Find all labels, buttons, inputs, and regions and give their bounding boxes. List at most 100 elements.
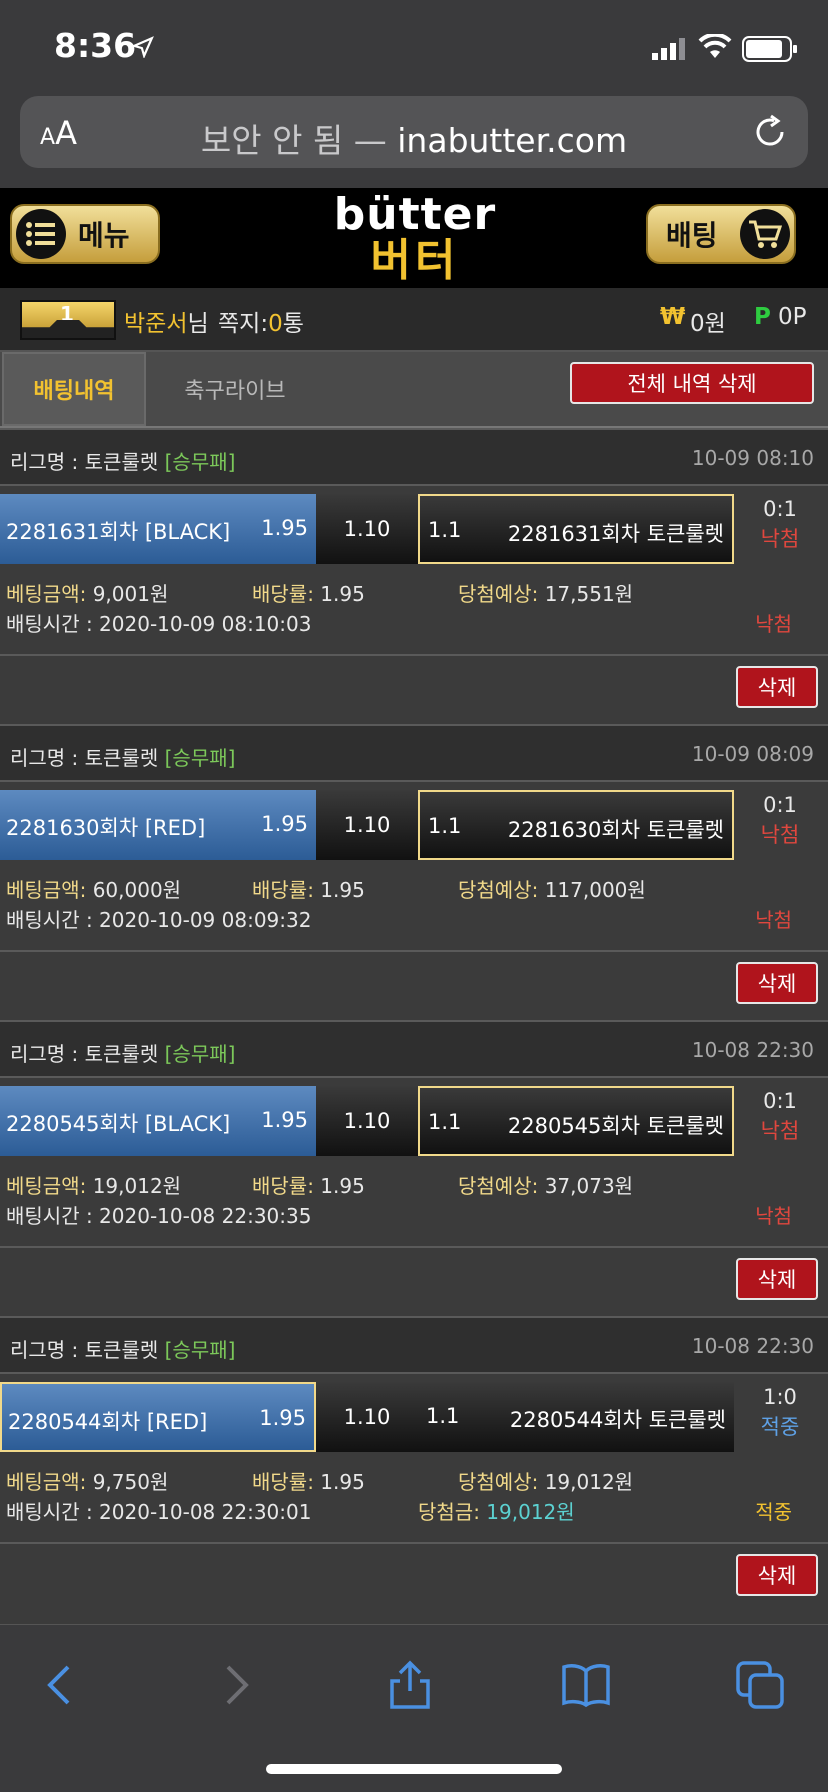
point-value: 0P: [778, 304, 807, 330]
away-pick[interactable]: 1.1 2281631회차 토큰룰렛: [418, 494, 734, 564]
forward-icon[interactable]: [208, 1659, 260, 1711]
home-indicator[interactable]: [266, 1764, 562, 1774]
pick-row: 2281630회차 [RED] 1.95 1.10 1.1 2281630회차 …: [0, 790, 828, 862]
logo-english: bütter: [333, 189, 497, 240]
home-pick[interactable]: 2280544회차 [RED] 1.95: [0, 1382, 316, 1452]
battery-icon: [742, 36, 797, 62]
final-status: 낙첨: [755, 1204, 792, 1228]
pick-row: 2280544회차 [RED] 1.95 1.10 1.1 2280544회차 …: [0, 1382, 828, 1454]
menu-label: 메뉴: [78, 219, 130, 252]
away-odds: 1.1: [426, 1404, 460, 1428]
delete-button[interactable]: 삭제: [736, 1554, 818, 1596]
address-bar[interactable]: AA 보안 안 됨 — inabutter.com: [20, 96, 808, 168]
score-result: 낙첨: [760, 823, 800, 847]
user-info-bar: 1 박준서님 쪽지:0통 ₩ 0원 P 0P: [0, 288, 828, 352]
betting-cart-button[interactable]: 배팅: [646, 204, 796, 264]
away-team: 2280544회차 토큰룰렛: [509, 1408, 726, 1432]
logo-korean: 버터: [370, 235, 460, 286]
share-icon[interactable]: [384, 1659, 436, 1711]
tab-soccer-live[interactable]: 축구라이브: [160, 352, 310, 426]
away-pick[interactable]: 1.1 2280545회차 토큰룰렛: [418, 1086, 734, 1156]
site-logo[interactable]: bütter 버터: [320, 192, 510, 284]
score-box: 0:1 낙첨: [740, 1086, 820, 1146]
away-odds: 1.1: [428, 518, 462, 542]
league-label: 리그명 : 토큰룰렛 [승무패]: [10, 1042, 236, 1066]
card-divider: [0, 950, 828, 952]
bet-time: 배팅시간 : 2020-10-09 08:09:32: [6, 908, 312, 932]
level-mountain-icon: [22, 320, 114, 338]
tab-betting-history[interactable]: 배팅내역: [2, 352, 146, 426]
draw-pick[interactable]: 1.10: [316, 790, 418, 860]
back-icon[interactable]: [36, 1659, 88, 1711]
delete-all-button[interactable]: 전체 내역 삭제: [570, 362, 814, 404]
status-bar: 8:36: [0, 0, 828, 92]
home-odds: 1.95: [259, 1406, 306, 1430]
away-pick[interactable]: 1.1 2280544회차 토큰룰렛: [418, 1382, 734, 1452]
score-value: 1:0: [763, 1385, 797, 1409]
away-team: 2281630회차 토큰룰렛: [507, 818, 724, 842]
home-pick[interactable]: 2281631회차 [BLACK] 1.95: [0, 494, 316, 564]
url-text[interactable]: 보안 안 됨 — inabutter.com: [20, 114, 808, 162]
league-label: 리그명 : 토큰룰렛 [승무패]: [10, 746, 236, 770]
bookmarks-icon[interactable]: [560, 1659, 612, 1711]
score-value: 0:1: [763, 793, 797, 817]
bet-time: 배팅시간 : 2020-10-08 22:30:35: [6, 1204, 312, 1228]
delete-button[interactable]: 삭제: [736, 962, 818, 1004]
score-value: 0:1: [763, 497, 797, 521]
home-odds: 1.95: [261, 812, 308, 836]
draw-pick[interactable]: 1.10: [316, 1382, 418, 1452]
card-divider: [0, 1246, 828, 1248]
bet-type-tag: [승무패]: [164, 1042, 236, 1066]
draw-pick[interactable]: 1.10: [316, 494, 418, 564]
home-pick[interactable]: 2280545회차 [BLACK] 1.95: [0, 1086, 316, 1156]
browser-address-area: AA 보안 안 됨 — inabutter.com: [0, 92, 828, 188]
bet-amount: 베팅금액: 9,750원: [6, 1470, 169, 1494]
bet-odds: 배당률: 1.95: [252, 582, 365, 606]
won-icon: ₩: [660, 304, 686, 330]
home-team: 2281630회차 [RED]: [6, 816, 206, 840]
score-result: 적중: [760, 1415, 800, 1439]
league-row: 리그명 : 토큰룰렛 [승무패] 10-09 08:09: [0, 724, 828, 782]
away-odds: 1.1: [428, 814, 462, 838]
home-pick[interactable]: 2281630회차 [RED] 1.95: [0, 790, 316, 860]
site-header: 메뉴 bütter 버터 배팅: [0, 188, 828, 288]
reload-icon[interactable]: [752, 114, 788, 150]
bet-type-tag: [승무패]: [164, 746, 236, 770]
level-badge: 1: [20, 300, 116, 340]
delete-button[interactable]: 삭제: [736, 1258, 818, 1300]
score-box: 0:1 낙첨: [740, 790, 820, 850]
location-arrow-icon: [132, 36, 154, 58]
bet-label: 배팅: [666, 219, 718, 252]
tabs-icon[interactable]: [734, 1659, 786, 1711]
shopping-cart-icon: [740, 209, 790, 259]
bet-odds: 배당률: 1.95: [252, 1174, 365, 1198]
draw-pick[interactable]: 1.10: [316, 1086, 418, 1156]
match-time: 10-08 22:30: [691, 1038, 814, 1062]
point-icon: P: [754, 304, 771, 330]
bet-odds: 배당률: 1.95: [252, 1470, 365, 1494]
league-row: 리그명 : 토큰룰렛 [승무패] 10-08 22:30: [0, 1020, 828, 1078]
cellular-signal-icon: [652, 38, 685, 60]
tab-bar: 배팅내역 축구라이브 전체 내역 삭제: [0, 352, 828, 428]
status-time: 8:36: [54, 26, 137, 65]
bet-amount: 베팅금액: 19,012원: [6, 1174, 182, 1198]
not-secure-label: 보안 안 됨 —: [200, 121, 398, 160]
away-pick[interactable]: 1.1 2281630회차 토큰룰렛: [418, 790, 734, 860]
score-box: 0:1 낙첨: [740, 494, 820, 554]
home-team: 2280545회차 [BLACK]: [6, 1112, 231, 1136]
score-result: 낙첨: [760, 527, 800, 551]
expected-win: 당첨예상: 17,551원: [458, 582, 634, 606]
bet-card: 리그명 : 토큰룰렛 [승무패] 10-08 22:30 2280545회차 […: [0, 1020, 828, 1316]
delete-button[interactable]: 삭제: [736, 666, 818, 708]
home-team: 2281631회차 [BLACK]: [6, 520, 231, 544]
messages-link[interactable]: 쪽지:0통: [218, 304, 304, 338]
final-status: 낙첨: [755, 612, 792, 636]
league-label: 리그명 : 토큰룰렛 [승무패]: [10, 450, 236, 474]
wifi-icon: [698, 34, 732, 58]
bet-card: 리그명 : 토큰룰렛 [승무패] 10-09 08:09 2281630회차 […: [0, 724, 828, 1020]
score-box: 1:0 적중: [740, 1382, 820, 1442]
expected-win: 당첨예상: 117,000원: [458, 878, 646, 902]
username[interactable]: 박준서님: [124, 304, 209, 338]
menu-button[interactable]: 메뉴: [10, 204, 160, 264]
paid-amount: 당첨금: 19,012원: [418, 1500, 575, 1524]
